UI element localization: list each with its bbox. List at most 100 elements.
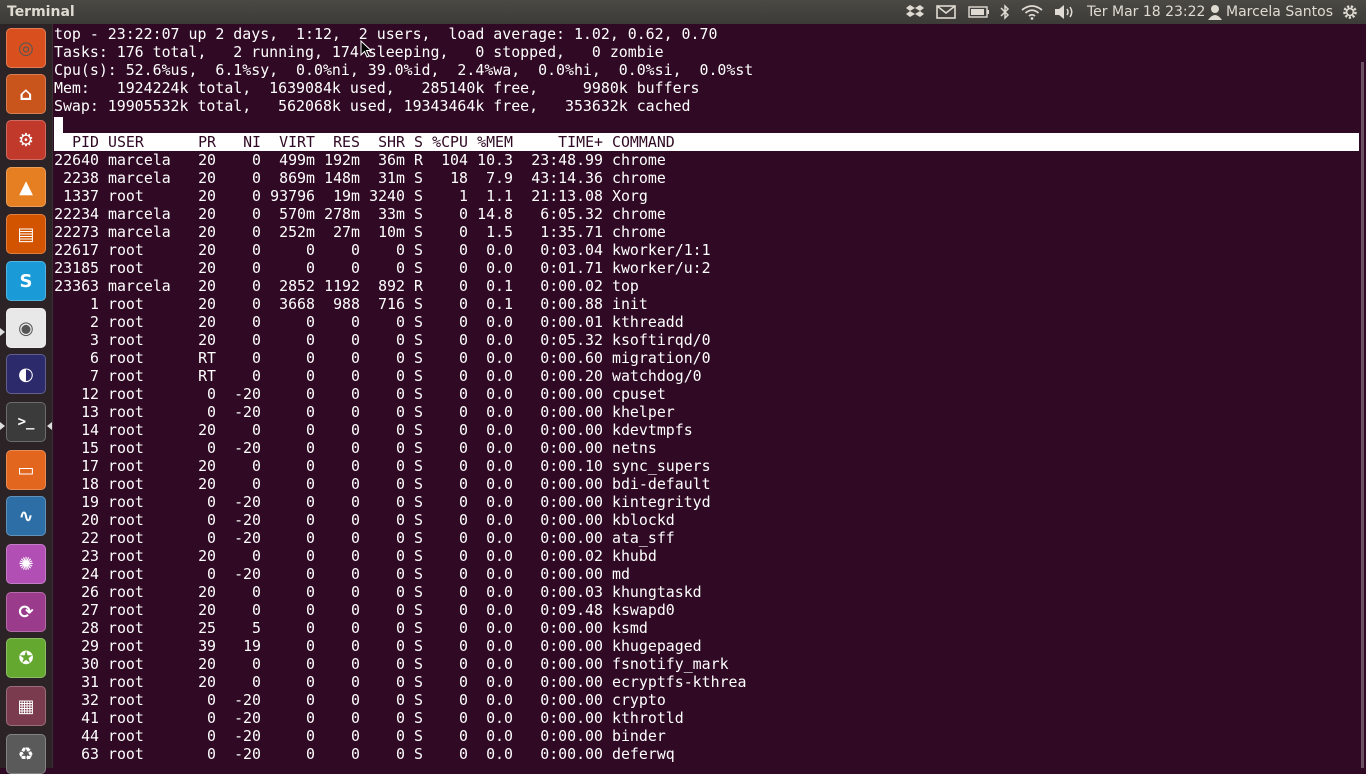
cell-shr: 31m: [378, 169, 405, 187]
header-ni: NI: [243, 133, 261, 151]
cell-s: S: [414, 457, 423, 475]
table-row: 2 root 20 0 0 0 0 S 0 0.0 0:00.01 kthreadd: [54, 313, 1354, 331]
cell-pr: 20: [198, 421, 216, 439]
cell-s: S: [414, 205, 423, 223]
cell-virt: 0: [306, 691, 315, 709]
cell-res: 27m: [333, 223, 360, 241]
cell-virt: 0: [306, 583, 315, 601]
header-mem: %MEM: [477, 133, 513, 151]
launcher-skype-icon[interactable]: S: [6, 261, 46, 301]
cell-mem: 7.9: [486, 169, 513, 187]
cell-command: chrome: [612, 169, 666, 187]
running-indicator: [0, 422, 5, 430]
cell-res: 0: [351, 475, 360, 493]
launcher-vlc-icon[interactable]: ▲: [6, 167, 46, 207]
launcher-eclipse-icon[interactable]: ◐: [6, 354, 46, 394]
cell-time: 1:35.71: [540, 223, 603, 241]
cell-res: 0: [351, 745, 360, 763]
cell-ni: 0: [252, 223, 261, 241]
bluetooth-icon[interactable]: [998, 0, 1012, 24]
launcher-system-settings-icon[interactable]: ⚙: [6, 120, 46, 160]
launcher-system-monitor-icon[interactable]: ∿: [6, 496, 46, 536]
table-row: 22640 marcela 20 0 499m 192m 36m R 104 10.3 23:48.…: [54, 151, 1354, 169]
launcher-picasa-icon[interactable]: ✺: [6, 544, 46, 584]
launcher-synaptic-icon[interactable]: ⟳: [6, 592, 46, 632]
cell-cpu: 0: [459, 709, 468, 727]
cell-time: 0:00.20: [540, 367, 603, 385]
cell-s: S: [414, 313, 423, 331]
launcher-terminal-icon[interactable]: >_: [6, 402, 46, 442]
launcher-software-center-icon[interactable]: ⌂: [6, 74, 46, 114]
cell-user: root: [108, 421, 144, 439]
cell-command: bdi-default: [612, 475, 711, 493]
cell-time: 0:00.00: [540, 727, 603, 745]
cell-ni: 0: [252, 457, 261, 475]
cell-s: S: [414, 367, 423, 385]
cell-time: 0:00.00: [540, 673, 603, 691]
cell-virt: 93796: [270, 187, 315, 205]
launcher-dash-home-icon[interactable]: ◎: [6, 28, 46, 68]
cell-mem: 0.0: [486, 241, 513, 259]
cell-shr: 33m: [378, 205, 405, 223]
cell-pid: 22: [81, 529, 99, 547]
cell-mem: 0.0: [486, 349, 513, 367]
cell-virt: 499m: [279, 151, 315, 169]
cell-mem: 0.1: [486, 277, 513, 295]
cell-virt: 0: [306, 637, 315, 655]
scrollbar[interactable]: [1361, 62, 1364, 768]
cell-time: 0:00.03: [540, 583, 603, 601]
cell-s: S: [414, 169, 423, 187]
cell-mem: 0.0: [486, 529, 513, 547]
cell-command: Xorg: [612, 187, 648, 205]
cell-virt: 0: [306, 457, 315, 475]
header-s: S: [414, 133, 423, 151]
cell-user: root: [108, 619, 144, 637]
launcher-files-icon[interactable]: ▭: [6, 450, 46, 490]
cell-mem: 0.0: [486, 637, 513, 655]
cell-ni: 0: [252, 241, 261, 259]
volume-icon[interactable]: [1053, 0, 1077, 24]
battery-icon[interactable]: [967, 0, 991, 24]
launcher-chrome-icon[interactable]: ◉: [6, 308, 46, 348]
cell-mem: 0.0: [486, 421, 513, 439]
cell-time: 0:03.04: [540, 241, 603, 259]
gear-icon[interactable]: [1338, 0, 1362, 24]
cell-s: S: [414, 223, 423, 241]
user-icon[interactable]: [1207, 0, 1223, 24]
cell-s: S: [414, 745, 423, 763]
cell-pr: 20: [198, 295, 216, 313]
cell-cpu: 0: [459, 205, 468, 223]
launcher-update-manager-icon[interactable]: ✪: [6, 638, 46, 678]
launcher-trash-icon[interactable]: ♻: [6, 734, 46, 774]
cell-time: 0:00.02: [540, 277, 603, 295]
cell-shr: 0: [396, 439, 405, 457]
cell-res: 0: [351, 439, 360, 457]
launcher-workspace-switcher-icon[interactable]: ▦: [6, 686, 46, 726]
cell-pid: 22234: [54, 205, 99, 223]
cell-s: S: [414, 349, 423, 367]
cell-ni: 0: [252, 475, 261, 493]
launcher-libreoffice-impress-icon[interactable]: ▤: [6, 214, 46, 254]
wifi-icon[interactable]: [1020, 0, 1044, 24]
cell-command: top: [612, 277, 639, 295]
cell-cpu: 0: [459, 493, 468, 511]
cell-time: 0:00.60: [540, 349, 603, 367]
cell-virt: 0: [306, 367, 315, 385]
cell-ni: 0: [252, 295, 261, 313]
clock[interactable]: Ter Mar 18 23:22: [1087, 0, 1205, 24]
cell-s: S: [414, 331, 423, 349]
user-name[interactable]: Marcela Santos: [1226, 0, 1333, 24]
mail-icon[interactable]: [935, 0, 957, 24]
cell-pid: 27: [81, 601, 99, 619]
cell-pid: 22273: [54, 223, 99, 241]
dropbox-icon[interactable]: [904, 0, 926, 24]
cell-time: 23:48.99: [531, 151, 603, 169]
cell-pr: 20: [198, 277, 216, 295]
cell-s: S: [414, 691, 423, 709]
terminal-output[interactable]: top - 23:22:07 up 2 days, 1:12, 2 users,…: [54, 25, 1360, 768]
cell-res: 0: [351, 601, 360, 619]
cell-shr: 0: [396, 421, 405, 439]
cell-shr: 0: [396, 457, 405, 475]
cell-pid: 15: [81, 439, 99, 457]
cell-cpu: 104: [441, 151, 468, 169]
